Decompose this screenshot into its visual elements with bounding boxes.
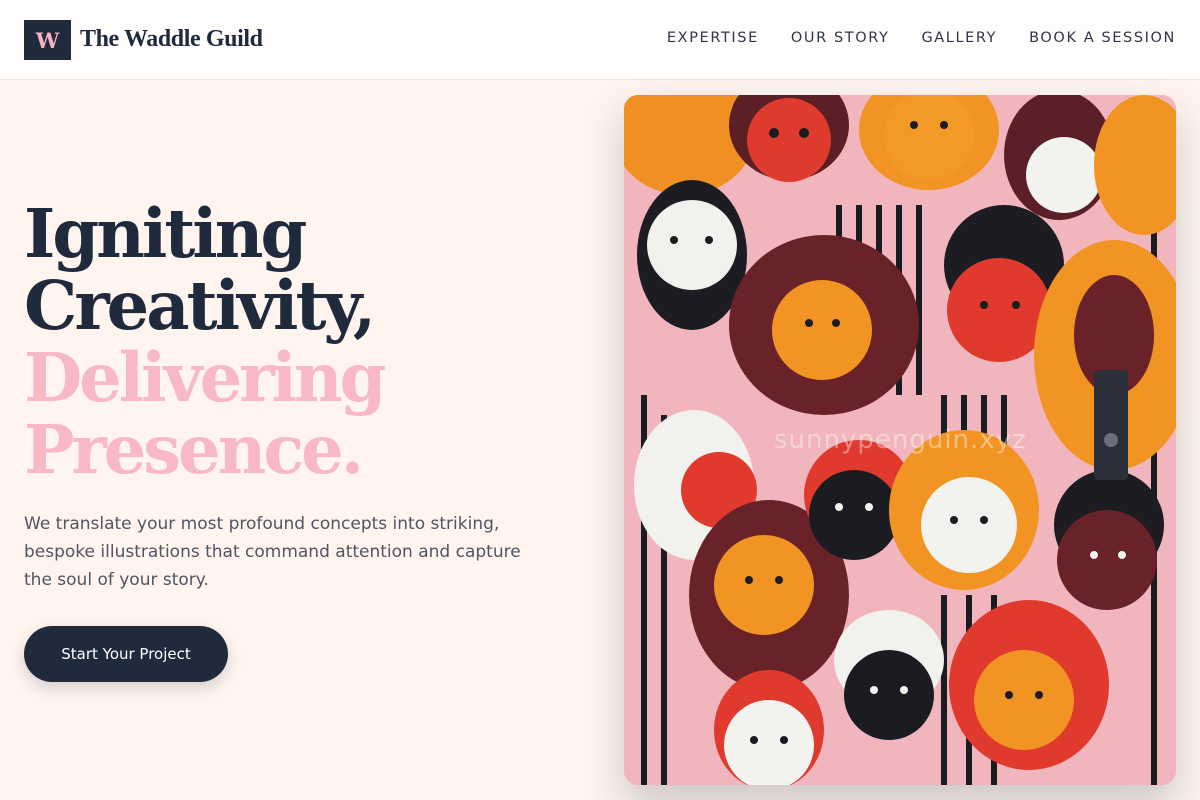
headline-line-2: Creativity, xyxy=(24,266,376,345)
nav-expertise[interactable]: EXPERTISE xyxy=(667,30,759,46)
hero-description: We translate your most profound concepts… xyxy=(24,514,521,590)
artwork-watermark: sunnypenguin.xyz xyxy=(774,425,1027,455)
nav-book-session[interactable]: BOOK A SESSION xyxy=(1029,30,1176,46)
main-nav: EXPERTISE OUR STORY GALLERY BOOK A SESSI… xyxy=(667,30,1176,46)
hero-headline: Igniting Creativity, Delivering Presence… xyxy=(24,194,387,489)
nav-gallery[interactable]: GALLERY xyxy=(921,30,997,46)
start-project-button[interactable]: Start Your Project xyxy=(24,626,228,682)
nav-our-story[interactable]: OUR STORY xyxy=(791,30,890,46)
headline-line-1: Igniting xyxy=(24,194,307,273)
headline-line-3: Delivering xyxy=(24,338,387,417)
site-header: W The Waddle Guild EXPERTISE OUR STORY G… xyxy=(0,0,1200,80)
logo-mark[interactable]: W xyxy=(24,20,71,60)
hero-artwork: sunnypenguin.xyz xyxy=(624,95,1176,785)
headline-line-4: Presence. xyxy=(24,410,364,489)
brand-name[interactable]: The Waddle Guild xyxy=(80,26,263,53)
